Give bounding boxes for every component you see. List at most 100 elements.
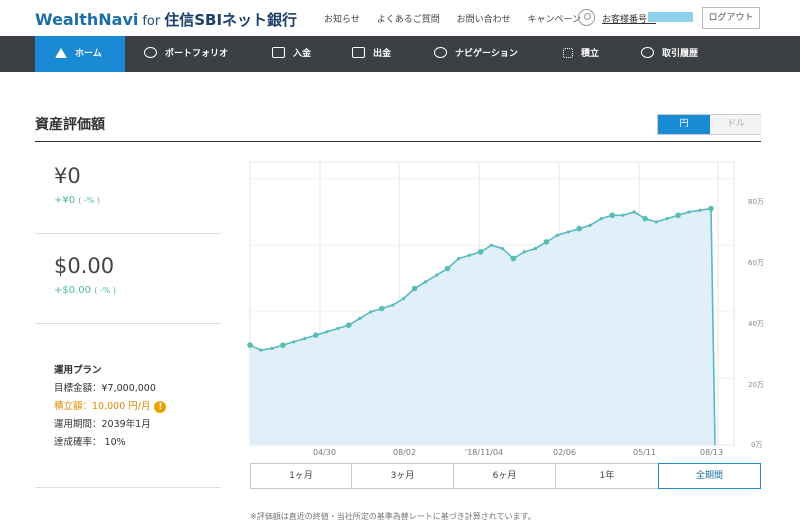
news-link[interactable]: お知らせ [324, 15, 360, 25]
x-tick-label: 08/13 [700, 448, 724, 457]
withdraw-icon [352, 47, 365, 58]
data-point [391, 303, 395, 307]
nav-home[interactable]: ホーム [35, 36, 125, 72]
data-point [654, 220, 658, 224]
data-point [456, 256, 461, 261]
yen-change: +¥0 ( -% ) [54, 195, 100, 206]
plan-probability: 達成確率： 10% [54, 437, 126, 448]
sidebar-divider [35, 487, 221, 488]
nav-deposit[interactable]: 入金 [272, 36, 311, 72]
asset-summary: ¥0 +¥0 ( -% ) $0.00 +$0.00 ( -% ) 運用プラン … [35, 142, 221, 488]
warning-icon[interactable]: ! [154, 401, 167, 413]
data-point [588, 223, 592, 227]
data-point [411, 285, 418, 292]
data-point [280, 342, 286, 348]
y-tick-label: 60万 [748, 259, 764, 267]
data-point [378, 305, 385, 312]
period-all-button[interactable]: 全期間 [658, 463, 761, 489]
investment-plan: 運用プラン 目標金額：¥7,000,000 積立額：10,000 円/月! 運用… [54, 362, 167, 452]
x-tick-label: 08/02 [393, 448, 417, 457]
data-point [369, 310, 373, 314]
top-links: お知らせ よくあるご質問 お問い合わせ キャンペーン [324, 12, 595, 25]
brand-for: for [142, 14, 161, 29]
period-1year-button[interactable]: 1年 [555, 463, 659, 489]
data-point [434, 273, 439, 277]
page-title: 資産評価額 [35, 117, 105, 133]
data-point [313, 332, 319, 338]
dollar-toggle-button[interactable]: ドル [710, 115, 762, 134]
data-point [259, 348, 263, 352]
contact-link[interactable]: お問い合わせ [457, 15, 511, 25]
sidebar-divider [35, 323, 221, 324]
data-point [489, 243, 494, 247]
data-point [522, 250, 527, 254]
period-selector: 1ヶ月 3ヶ月 6ヶ月 1年 全期間 [250, 463, 761, 489]
data-point [609, 212, 616, 219]
nav-portfolio[interactable]: ポートフォリオ [144, 36, 228, 72]
y-tick-label: 0万 [751, 441, 763, 449]
data-point [599, 217, 603, 221]
top-bar: WealthNavi for 住信SBIネット銀行 お知らせ よくあるご質問 お問い… [0, 0, 800, 36]
period-1month-button[interactable]: 1ヶ月 [250, 463, 352, 489]
campaign-link[interactable]: キャンペーン [527, 15, 581, 25]
data-point [543, 239, 550, 245]
plan-target: 目標金額：¥7,000,000 [54, 383, 156, 394]
deposit-icon [272, 47, 285, 58]
data-point [576, 225, 583, 232]
data-point [510, 255, 517, 262]
data-point [325, 330, 329, 334]
data-point [687, 210, 691, 214]
pie-chart-icon [144, 47, 157, 58]
data-point [292, 340, 296, 344]
yen-change-amount: +¥0 [54, 195, 76, 206]
plan-period: 運用期間：2039年1月 [54, 419, 151, 430]
nav-home-label: ホーム [75, 49, 102, 59]
data-point [270, 346, 274, 351]
nav-portfolio-label: ポートフォリオ [165, 49, 229, 59]
nav-navigation[interactable]: ナビゲーション [434, 36, 518, 72]
data-point [467, 253, 472, 257]
data-point [665, 217, 669, 221]
grid-icon [563, 48, 573, 58]
data-point [358, 316, 362, 321]
footnote: ※評価額は直近の終値・当社所定の基準為替レートに基づき計算されています。 [250, 512, 536, 521]
yen-value: ¥0 [54, 164, 81, 188]
x-tick-label: '18/11/04 [465, 448, 504, 457]
data-point [500, 246, 505, 251]
brand-logo[interactable]: WealthNavi for 住信SBIネット銀行 [35, 9, 297, 30]
data-point [247, 342, 253, 348]
data-point [555, 233, 559, 237]
nav-navigation-label: ナビゲーション [455, 49, 518, 59]
data-point [566, 230, 570, 234]
nav-deposit-label: 入金 [293, 49, 312, 59]
plan-heading: 運用プラン [54, 365, 102, 376]
home-icon [55, 48, 67, 58]
nav-savings[interactable]: 積立 [563, 36, 599, 72]
x-tick-label: 02/06 [553, 448, 577, 457]
period-3months-button[interactable]: 3ヶ月 [351, 463, 454, 489]
data-point [303, 336, 307, 341]
user-icon [578, 9, 595, 26]
period-6months-button[interactable]: 6ヶ月 [453, 463, 556, 489]
nav-history-label: 取引履歴 [662, 49, 699, 59]
data-point [336, 326, 340, 331]
y-tick-label: 20万 [748, 381, 764, 389]
data-point [477, 249, 484, 255]
usd-change-amount: +$0.00 [54, 285, 92, 296]
bank-name: 住信SBIネット銀行 [164, 11, 298, 29]
usd-change-pct: ( -% ) [94, 286, 117, 295]
brand-name: WealthNavi [35, 10, 139, 29]
data-point [698, 208, 702, 212]
nav-withdraw[interactable]: 出金 [352, 36, 391, 72]
nav-history[interactable]: 取引履歴 [641, 36, 698, 72]
usd-change: +$0.00 ( -% ) [54, 285, 116, 296]
data-point [675, 212, 681, 219]
data-point [424, 280, 428, 284]
yen-change-pct: ( -% ) [78, 196, 101, 205]
y-tick-label: 40万 [748, 320, 764, 328]
faq-link[interactable]: よくあるご質問 [377, 15, 440, 25]
logout-button[interactable]: ログアウト [702, 7, 760, 29]
asset-chart[interactable] [221, 142, 761, 447]
plan-monthly-text: 積立額：10,000 円/月 [54, 401, 151, 412]
yen-toggle-button[interactable]: 円 [658, 115, 710, 134]
